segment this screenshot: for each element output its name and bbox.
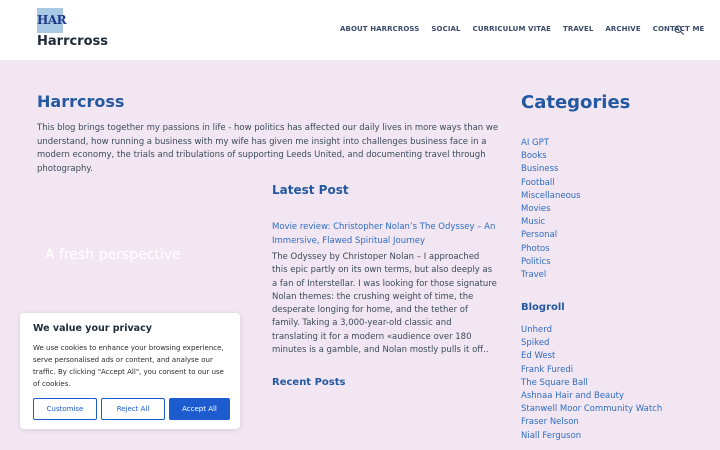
cookie-title: We value your privacy [33,323,152,334]
categories-list: AI GPT Books Business Football Miscellan… [521,137,581,282]
list-item: Music [521,216,581,229]
nav-archive[interactable]: ARCHIVE [605,25,640,33]
blogroll-link[interactable]: Ed West [521,351,555,361]
customise-button[interactable]: Customise [33,398,97,420]
category-link[interactable]: AI GPT [521,138,549,148]
blogroll-link[interactable]: Frank Furedi [521,365,573,375]
category-link[interactable]: Movies [521,204,551,214]
list-item: Travel [521,269,581,282]
category-link[interactable]: Photos [521,244,550,254]
cookie-consent-banner: We value your privacy We use cookies to … [20,313,240,429]
list-item: Unherd [521,324,662,337]
latest-post-heading: Latest Post [272,183,349,197]
category-link[interactable]: Music [521,217,545,227]
accept-all-button[interactable]: Accept All [169,398,230,420]
hero-text: A fresh perspective [45,247,181,263]
list-item: Ashnaa Hair and Beauty [521,390,662,403]
categories-heading: Categories [521,92,631,113]
blogroll-link[interactable]: Fraser Nelson [521,417,579,427]
category-link[interactable]: Personal [521,230,557,240]
category-link[interactable]: Miscellaneous [521,191,581,201]
list-item: Miscellaneous [521,190,581,203]
reject-all-button[interactable]: Reject All [101,398,165,420]
category-link[interactable]: Books [521,151,547,161]
cookie-text: We use cookies to enhance your browsing … [33,344,224,388]
nav-social[interactable]: SOCIAL [431,25,460,33]
list-item: Business [521,163,581,176]
list-item: Movies [521,203,581,216]
blogroll-link[interactable]: Unherd [521,325,552,335]
list-item: Ed West [521,350,662,363]
list-item: Frank Furedi [521,364,662,377]
latest-post-link[interactable]: Movie review: Christopher Nolan’s The Od… [272,221,497,248]
list-item: Personal [521,229,581,242]
latest-post-excerpt: The Odyssey by Christoper Nolan – I appr… [272,252,497,356]
blogroll-link[interactable]: Spiked [521,338,549,348]
list-item: Books [521,150,581,163]
cookie-buttons: Customise Reject All Accept All [33,398,230,420]
blogroll-heading: Blogroll [521,302,565,313]
nav-cv[interactable]: CURRICULUM VITAE [473,25,551,33]
blogroll-link[interactable]: Stanwell Moor Community Watch [521,404,662,414]
intro-text: This blog brings together my passions in… [37,123,499,174]
site-logo[interactable]: HAR [37,8,67,33]
recent-posts-heading: Recent Posts [272,377,346,388]
category-link[interactable]: Football [521,178,555,188]
page-title: Harrcross [37,92,125,111]
site-header: HAR Harrcross ABOUT HARRCROSS SOCIAL CUR… [0,0,720,60]
list-item: Spiked [521,337,662,350]
site-title[interactable]: Harrcross [37,34,108,49]
list-item: Stanwell Moor Community Watch [521,403,662,416]
category-link[interactable]: Politics [521,257,551,267]
nav-travel[interactable]: TRAVEL [563,25,593,33]
list-item: Photos [521,243,581,256]
list-item: Politics [521,256,581,269]
nav-about[interactable]: ABOUT HARRCROSS [340,25,419,33]
category-link[interactable]: Travel [521,270,546,280]
list-item: AI GPT [521,137,581,150]
list-item: Fraser Nelson [521,416,662,429]
blogroll-link[interactable]: Niall Ferguson [521,431,581,441]
blogroll-list: Unherd Spiked Ed West Frank Furedi The S… [521,324,662,443]
category-link[interactable]: Business [521,164,558,174]
blogroll-link[interactable]: Ashnaa Hair and Beauty [521,391,624,401]
list-item: Niall Ferguson [521,430,662,443]
blogroll-link[interactable]: The Square Ball [521,378,588,388]
main-nav: ABOUT HARRCROSS SOCIAL CURRICULUM VITAE … [340,25,716,33]
list-item: The Square Ball [521,377,662,390]
list-item: Football [521,177,581,190]
search-icon[interactable] [674,25,684,35]
